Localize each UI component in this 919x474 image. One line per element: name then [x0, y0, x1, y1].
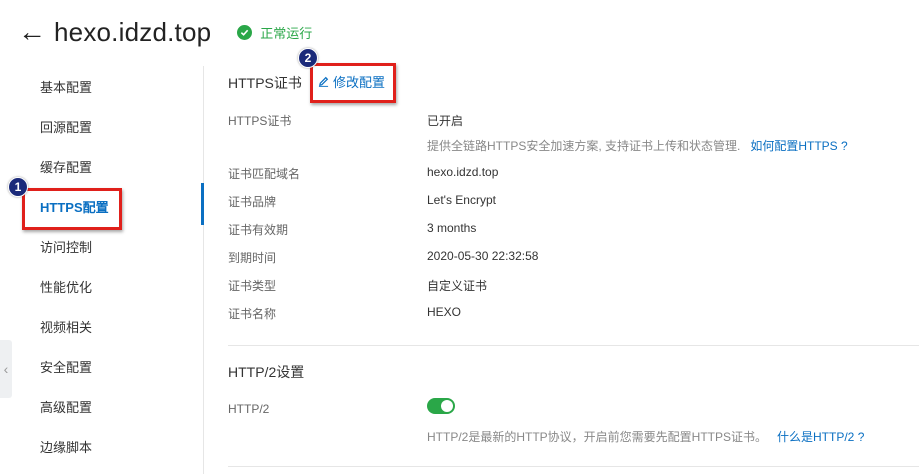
status-badge: 正常运行 [237, 23, 312, 42]
toggle-knob [441, 400, 453, 412]
active-indicator [201, 183, 204, 225]
row-label-brand: 证书品牌 [228, 195, 277, 209]
edit-config-label: 修改配置 [333, 75, 386, 90]
row-label-https-cert: HTTPS证书 [228, 114, 292, 128]
https-description: 提供全链路HTTPS安全加速方案, 支持证书上传和状态管理. 如何配置HTTPS … [427, 137, 848, 154]
sidebar-nav [0, 66, 204, 474]
status-text: 正常运行 [260, 25, 313, 41]
row-value-cert-name: HEXO [427, 305, 462, 319]
row-value-brand: Let's Encrypt [427, 193, 496, 207]
row-value-expiry: 2020-05-30 22:32:58 [427, 249, 539, 263]
row-label-cert-name: 证书名称 [228, 307, 277, 321]
sidebar-item-cache[interactable]: 缓存配置 [40, 158, 92, 178]
row-label-domain: 证书匹配域名 [228, 167, 301, 181]
page-title: hexo.idzd.top [54, 16, 212, 47]
row-label-http2: HTTP/2 [228, 402, 270, 416]
sidebar-item-performance[interactable]: 性能优化 [40, 278, 92, 298]
row-value-https-cert: 已开启 [427, 114, 464, 128]
page-header: ← hexo.idzd.top 正常运行 [18, 12, 312, 52]
row-value-cert-type: 自定义证书 [427, 279, 488, 293]
step-marker-1: 1 [8, 177, 28, 197]
sidebar-item-origin[interactable]: 回源配置 [40, 118, 92, 138]
sidebar-item-advanced[interactable]: 高级配置 [40, 398, 92, 418]
row-label-validity: 证书有效期 [228, 223, 289, 237]
step-marker-2: 2 [298, 48, 318, 68]
https-section-title: HTTPS证书 [228, 75, 302, 91]
arrow-left-icon[interactable]: ← [18, 18, 46, 46]
row-value-validity: 3 months [427, 221, 477, 235]
section-divider-bottom [228, 466, 919, 467]
https-description-text: 提供全链路HTTPS安全加速方案, 支持证书上传和状态管理. [427, 139, 741, 153]
highlight-box-https-config [22, 188, 122, 230]
http2-description: HTTP/2是最新的HTTP协议，开启前您需要先配置HTTPS证书。 什么是HTT… [427, 428, 864, 445]
what-is-http2-link[interactable]: 什么是HTTP/2 ? [777, 430, 864, 444]
section-divider [228, 345, 919, 346]
edit-config-button[interactable]: 修改配置 [318, 72, 385, 91]
sidebar-item-video[interactable]: 视频相关 [40, 318, 92, 338]
sidebar-item-edge-script[interactable]: 边缘脚本 [40, 438, 92, 458]
chevron-left-icon[interactable]: ‹ [0, 340, 12, 398]
check-circle-icon [237, 24, 253, 40]
sidebar-item-access-control[interactable]: 访问控制 [40, 238, 92, 258]
sidebar-item-basic[interactable]: 基本配置 [40, 78, 92, 98]
row-value-domain: hexo.idzd.top [427, 165, 499, 179]
row-label-expiry: 到期时间 [228, 251, 277, 265]
pencil-icon [318, 76, 329, 87]
how-to-configure-https-link[interactable]: 如何配置HTTPS ? [750, 139, 847, 153]
http2-section-title: HTTP/2设置 [228, 364, 305, 380]
row-label-cert-type: 证书类型 [228, 279, 277, 293]
http2-toggle[interactable] [427, 398, 455, 414]
sidebar-item-security[interactable]: 安全配置 [40, 358, 92, 378]
http2-description-text: HTTP/2是最新的HTTP协议，开启前您需要先配置HTTPS证书。 [427, 430, 768, 444]
